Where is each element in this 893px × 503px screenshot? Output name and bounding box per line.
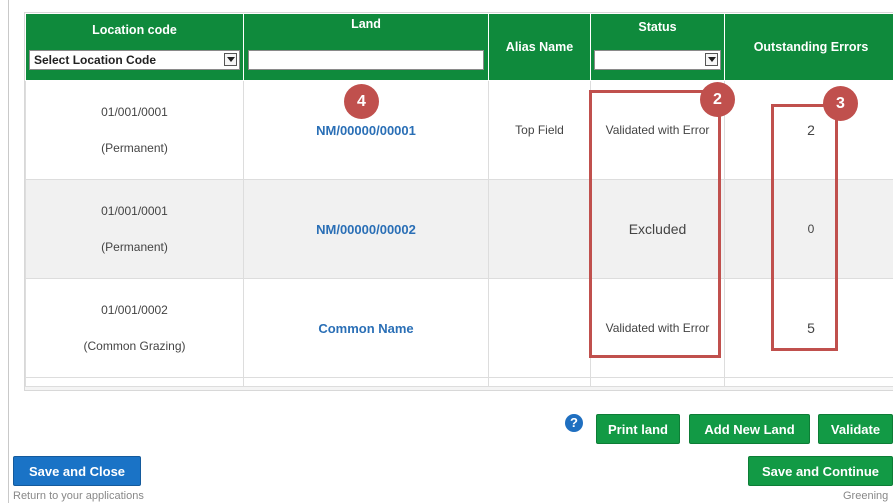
header-outstanding-errors-label: Outstanding Errors: [753, 40, 869, 54]
header-status: Status: [590, 13, 725, 81]
location-code-select-value: Select Location Code: [34, 53, 157, 67]
location-cell: 01/001/0001 (Permanent): [25, 80, 244, 180]
alias-cell: Top Field: [488, 80, 591, 180]
header-location-code-label: Location code: [92, 23, 177, 37]
callout-marker-2: 2: [700, 82, 735, 117]
alias-cell: [488, 179, 591, 279]
location-type: (Permanent): [101, 141, 168, 155]
land-link[interactable]: NM/00000/00001: [316, 123, 416, 138]
header-status-label: Status: [638, 20, 677, 34]
greening-text: Greening: [843, 490, 889, 502]
table-row: 01/001/0001 (Permanent) NM/00000/00001 T…: [25, 80, 893, 180]
add-new-land-button[interactable]: Add New Land: [689, 414, 810, 444]
land-link[interactable]: Common Name: [318, 321, 413, 336]
location-cell: 01/001/0001 (Permanent): [25, 179, 244, 279]
header-alias-name-label: Alias Name: [505, 40, 574, 54]
land-cell: NM/00000/00002: [243, 179, 489, 279]
location-code: 01/001/0001: [101, 204, 168, 218]
location-type: (Permanent): [101, 240, 168, 254]
status-highlight-box: [589, 90, 721, 358]
land-cell: Common Name: [243, 278, 489, 378]
callout-marker-4: 4: [344, 84, 379, 119]
header-outstanding-errors: Outstanding Errors: [724, 13, 893, 81]
chevron-down-icon[interactable]: [705, 53, 718, 66]
chevron-down-icon[interactable]: [224, 53, 237, 66]
header-land-label: Land: [351, 17, 381, 31]
location-code-select[interactable]: Select Location Code: [29, 50, 240, 70]
alias-cell: [488, 278, 591, 378]
location-cell: 01/001/0002 (Common Grazing): [25, 278, 244, 378]
table-row: 01/001/0001 (Permanent) NM/00000/00002 E…: [25, 179, 893, 279]
header-land: Land: [243, 13, 489, 81]
help-icon[interactable]: ?: [565, 414, 583, 432]
header-location-code: Location code Select Location Code: [25, 13, 244, 81]
print-land-button[interactable]: Print land: [596, 414, 680, 444]
location-type: (Common Grazing): [83, 339, 186, 353]
land-filter-input[interactable]: [248, 50, 484, 70]
land-link[interactable]: NM/00000/00002: [316, 222, 416, 237]
location-code: 01/001/0001: [101, 105, 168, 119]
status-select[interactable]: [594, 50, 721, 70]
callout-marker-3: 3: [823, 86, 858, 121]
validate-button[interactable]: Validate: [818, 414, 893, 444]
save-and-continue-button[interactable]: Save and Continue: [748, 456, 893, 486]
land-table: Location code Select Location Code Land …: [25, 13, 893, 387]
header-alias-name: Alias Name: [488, 13, 591, 81]
location-code: 01/001/0002: [101, 303, 168, 317]
table-row-spacer: [25, 377, 893, 387]
errors-highlight-box: [771, 104, 838, 351]
return-to-applications-text: Return to your applications: [13, 490, 144, 502]
table-row: 01/001/0002 (Common Grazing) Common Name…: [25, 278, 893, 378]
land-list-screen: Location code Select Location Code Land …: [0, 0, 893, 503]
save-and-close-button[interactable]: Save and Close: [13, 456, 141, 486]
